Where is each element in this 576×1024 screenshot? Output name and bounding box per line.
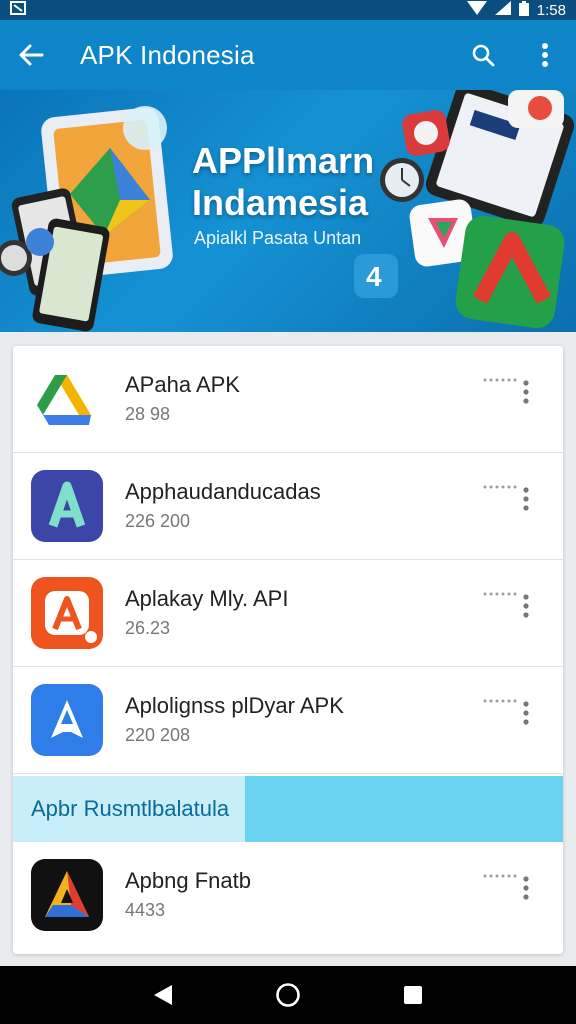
promo-banner[interactable]: 4 APPlImarn Indamesia Apialkl Pasata Unt… bbox=[0, 90, 576, 332]
more-vert-icon bbox=[523, 487, 529, 511]
page-title: APK Indonesia bbox=[80, 39, 255, 70]
banner-title-line2: Indamesia bbox=[192, 182, 369, 223]
banner-subtitle: Apialkl Pasata Untan bbox=[194, 228, 362, 248]
section-header[interactable]: Apbr Rusmtlbalatula bbox=[13, 776, 563, 842]
black-a-app-icon bbox=[31, 859, 103, 931]
more-options-button[interactable] bbox=[514, 20, 576, 90]
app-name: Apphaudanducadas bbox=[125, 479, 321, 504]
back-triangle-icon bbox=[153, 985, 172, 1005]
list-item[interactable]: Aplolignss plDyar APK 220 208 bbox=[13, 667, 563, 774]
more-vert-icon bbox=[542, 43, 548, 67]
status-bar: 1:58 bbox=[0, 0, 576, 20]
item-more-button[interactable] bbox=[515, 693, 537, 733]
list-item[interactable]: Apbng Fnatb 4433 bbox=[13, 842, 563, 949]
light-blue-a-app-icon bbox=[31, 684, 103, 756]
notification-icon bbox=[10, 1, 26, 19]
list-item[interactable]: Aplakay Mly. API 26.23 bbox=[13, 560, 563, 667]
orange-a-app-icon bbox=[31, 577, 103, 649]
list-item[interactable]: Apphaudanducadas 226 200 bbox=[13, 453, 563, 560]
search-icon bbox=[472, 44, 495, 67]
item-more-button[interactable] bbox=[515, 586, 537, 626]
more-vert-icon bbox=[523, 380, 529, 404]
banner-title: APPlImarn Indamesia bbox=[192, 140, 374, 224]
section-label: Apbr Rusmtlbalatula bbox=[31, 796, 230, 821]
app-meta: 28 98 bbox=[125, 404, 171, 424]
dotted-line-icon bbox=[483, 699, 517, 703]
status-time: 1:58 bbox=[536, 1, 566, 19]
app-name: APaha APK bbox=[125, 372, 240, 397]
dotted-line-icon bbox=[483, 874, 517, 878]
app-list: APaha APK 28 98 Apphaudanducadas 226 200 bbox=[13, 346, 563, 954]
item-more-button[interactable] bbox=[515, 868, 537, 908]
app-bar: APK Indonesia bbox=[0, 20, 576, 90]
blue-a-app-icon bbox=[31, 470, 103, 542]
app-meta: 220 208 bbox=[125, 725, 191, 745]
app-meta: 26.23 bbox=[125, 618, 171, 638]
system-nav-bar bbox=[0, 966, 576, 1024]
more-vert-icon bbox=[523, 594, 529, 618]
back-button[interactable] bbox=[0, 20, 62, 90]
nav-recents-button[interactable] bbox=[388, 970, 438, 1020]
item-more-button[interactable] bbox=[515, 479, 537, 519]
nav-back-button[interactable] bbox=[138, 970, 188, 1020]
google-drive-style-icon bbox=[31, 363, 103, 435]
dotted-line-icon bbox=[483, 592, 517, 596]
recents-square-icon bbox=[404, 986, 423, 1004]
app-name: Aplakay Mly. API bbox=[125, 586, 289, 611]
battery-icon bbox=[518, 0, 529, 20]
signal-icon bbox=[494, 1, 511, 19]
svg-text:4: 4 bbox=[366, 261, 382, 292]
wifi-icon bbox=[466, 1, 487, 19]
more-vert-icon bbox=[523, 876, 529, 900]
banner-title-line1: APPlImarn bbox=[192, 140, 375, 181]
back-arrow-icon bbox=[19, 44, 44, 66]
list-item[interactable]: APaha APK 28 98 bbox=[13, 346, 563, 453]
nav-home-button[interactable] bbox=[263, 970, 313, 1020]
app-name: Aplolignss plDyar APK bbox=[125, 693, 344, 718]
dotted-line-icon bbox=[483, 378, 517, 382]
dotted-line-icon bbox=[483, 485, 517, 489]
item-more-button[interactable] bbox=[515, 372, 537, 412]
app-name: Apbng Fnatb bbox=[125, 868, 251, 893]
home-circle-icon bbox=[276, 983, 300, 1007]
more-vert-icon bbox=[523, 701, 529, 725]
app-meta: 226 200 bbox=[125, 511, 191, 531]
app-meta: 4433 bbox=[125, 900, 166, 920]
search-button[interactable] bbox=[452, 20, 514, 90]
